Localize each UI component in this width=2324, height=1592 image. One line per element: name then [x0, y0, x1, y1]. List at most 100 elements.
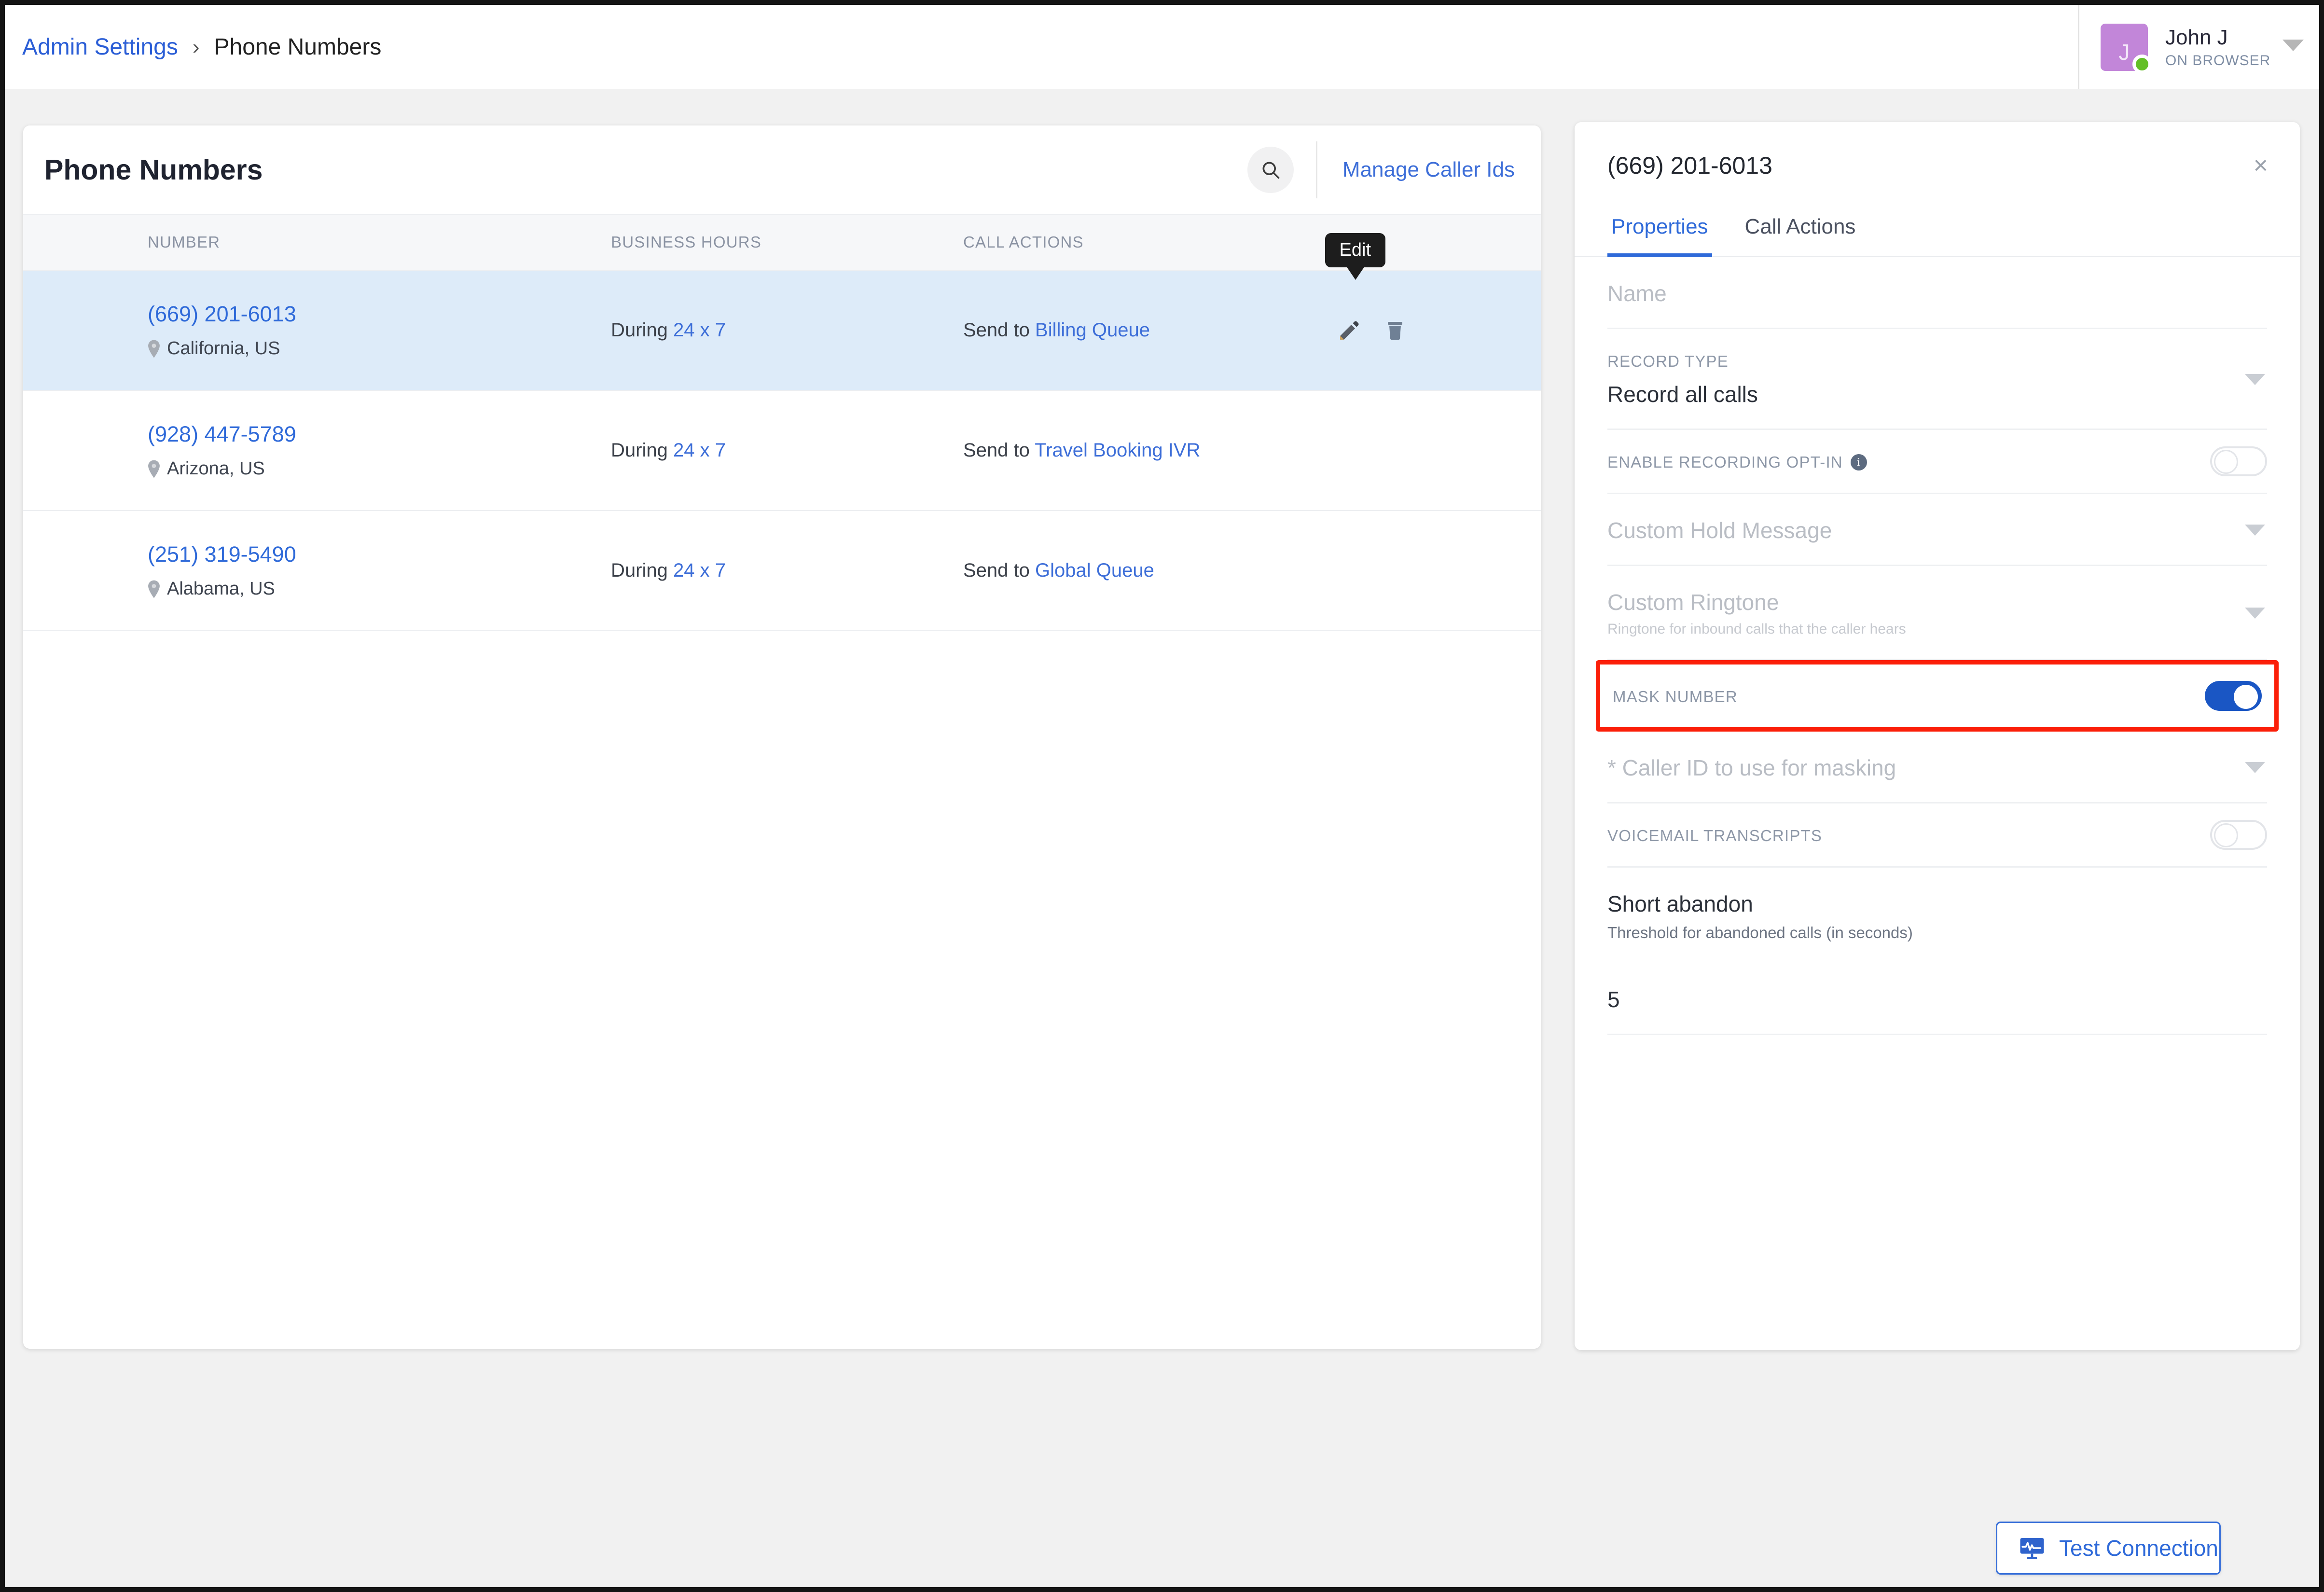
- cell-call-actions: Send to Travel Booking IVR: [963, 390, 1541, 511]
- monitor-pulse-icon: [2019, 1535, 2046, 1562]
- table-row[interactable]: (251) 319-5490 Alabama, US: [23, 511, 1541, 631]
- user-menu[interactable]: J John J ON BROWSER: [2078, 5, 2319, 89]
- field-voicemail-transcripts[interactable]: VOICEMAIL TRANSCRIPTS: [1607, 803, 2267, 868]
- phone-numbers-table: NUMBER BUSINESS HOURS CALL ACTIONS (669)…: [23, 214, 1541, 631]
- business-hours-value[interactable]: 24 x 7: [673, 319, 726, 341]
- phone-number-detail-panel: (669) 201-6013 × Properties Call Actions…: [1575, 122, 2300, 1350]
- test-connection-label: Test Connection: [2059, 1535, 2218, 1561]
- search-button[interactable]: [1247, 147, 1294, 193]
- test-connection-button[interactable]: Test Connection: [1996, 1522, 2221, 1575]
- custom-ringtone-placeholder: Custom Ringtone: [1607, 589, 2267, 615]
- app-window: Admin Settings › Phone Numbers J John J …: [0, 0, 2324, 1592]
- field-enable-recording-optin[interactable]: ENABLE RECORDING OPT-IN i: [1607, 430, 2267, 494]
- column-header-call-actions: CALL ACTIONS: [963, 214, 1541, 270]
- location-pin-icon: [148, 460, 160, 478]
- breadcrumb: Admin Settings › Phone Numbers: [22, 34, 381, 60]
- cell-number: (669) 201-6013 California, US: [23, 270, 611, 390]
- column-header-business-hours: BUSINESS HOURS: [611, 214, 963, 270]
- trash-icon: [1383, 319, 1407, 342]
- properties-form: Name RECORD TYPE Record all calls ENABLE…: [1575, 257, 2300, 1035]
- info-icon[interactable]: i: [1851, 454, 1867, 471]
- breadcrumb-link-admin-settings[interactable]: Admin Settings: [22, 34, 178, 60]
- table-row[interactable]: (669) 201-6013 California, US: [23, 270, 1541, 390]
- chevron-down-icon[interactable]: [2245, 608, 2265, 619]
- business-hours-prefix: During: [611, 560, 668, 581]
- location-pin-icon: [148, 580, 160, 598]
- location: Arizona, US: [148, 458, 611, 479]
- table-header: NUMBER BUSINESS HOURS CALL ACTIONS: [23, 214, 1541, 270]
- location: Alabama, US: [148, 579, 611, 599]
- page-body: Phone Numbers Manage Caller Ids NUMBER B…: [5, 89, 2319, 1592]
- cell-business-hours: During 24 x 7: [611, 511, 963, 631]
- business-hours-prefix: During: [611, 319, 668, 341]
- breadcrumb-current-phone-numbers: Phone Numbers: [214, 34, 381, 60]
- call-action-destination[interactable]: Billing Queue: [1035, 319, 1150, 341]
- tab-call-actions[interactable]: Call Actions: [1741, 209, 1860, 257]
- location-label: Alabama, US: [167, 579, 275, 599]
- location-label: Arizona, US: [167, 458, 265, 479]
- field-custom-hold-message[interactable]: Custom Hold Message: [1607, 494, 2267, 566]
- table-header-row: NUMBER BUSINESS HOURS CALL ACTIONS: [23, 214, 1541, 270]
- mask-number-toggle[interactable]: [2205, 681, 2262, 711]
- field-record-type[interactable]: RECORD TYPE Record all calls: [1607, 329, 2267, 430]
- chevron-down-icon[interactable]: [2282, 40, 2304, 51]
- detail-title: (669) 201-6013: [1607, 152, 2254, 180]
- manage-caller-ids-link[interactable]: Manage Caller Ids: [1316, 141, 1541, 198]
- page-title: Phone Numbers: [44, 153, 1247, 186]
- short-abandon-value: 5: [1607, 986, 2267, 1012]
- user-status: ON BROWSER: [2165, 53, 2270, 69]
- location-pin-icon: [148, 340, 160, 358]
- short-abandon-subtitle: Threshold for abandoned calls (in second…: [1607, 924, 2267, 942]
- table-body: (669) 201-6013 California, US: [23, 270, 1541, 631]
- field-custom-ringtone[interactable]: Custom Ringtone Ringtone for inbound cal…: [1607, 566, 2267, 660]
- chevron-down-icon[interactable]: [2245, 525, 2265, 536]
- field-mask-number[interactable]: MASK NUMBER: [1596, 660, 2279, 732]
- detail-tabs: Properties Call Actions: [1575, 209, 2300, 257]
- mask-number-label: MASK NUMBER: [1613, 688, 2262, 706]
- edit-button[interactable]: [1337, 318, 1361, 343]
- enable-recording-optin-label: ENABLE RECORDING OPT-IN i: [1607, 453, 2267, 471]
- avatar: J: [2101, 24, 2148, 71]
- user-name: John J: [2165, 26, 2270, 50]
- record-type-value: Record all calls: [1607, 381, 2267, 407]
- user-meta: John J ON BROWSER: [2165, 26, 2270, 69]
- field-short-abandon-value[interactable]: 5: [1607, 963, 2267, 1035]
- top-bar: Admin Settings › Phone Numbers: [5, 5, 2319, 89]
- phone-number-link[interactable]: (251) 319-5490: [148, 542, 611, 567]
- presence-indicator-icon: [2132, 55, 2152, 74]
- business-hours-value[interactable]: 24 x 7: [673, 440, 726, 461]
- voicemail-transcripts-toggle[interactable]: [2210, 820, 2267, 850]
- edit-tooltip: Edit: [1325, 233, 1385, 267]
- cell-business-hours: During 24 x 7: [611, 390, 963, 511]
- business-hours-prefix: During: [611, 440, 668, 461]
- cell-call-actions: Send to Billing Queue Edit: [963, 270, 1541, 390]
- detail-header: (669) 201-6013 ×: [1575, 122, 2300, 209]
- delete-button[interactable]: [1383, 319, 1407, 342]
- call-action-prefix: Send to: [963, 560, 1030, 581]
- cell-business-hours: During 24 x 7: [611, 270, 963, 390]
- location: California, US: [148, 338, 611, 359]
- field-short-abandon[interactable]: Short abandon Threshold for abandoned ca…: [1607, 868, 2267, 963]
- call-action-destination[interactable]: Travel Booking IVR: [1035, 440, 1200, 461]
- enable-recording-optin-text: ENABLE RECORDING OPT-IN: [1607, 453, 1843, 471]
- business-hours-value[interactable]: 24 x 7: [673, 560, 726, 581]
- short-abandon-title: Short abandon: [1607, 891, 2267, 917]
- chevron-down-icon[interactable]: [2245, 374, 2265, 385]
- phone-number-link[interactable]: (928) 447-5789: [148, 422, 611, 447]
- close-icon[interactable]: ×: [2254, 153, 2268, 178]
- row-action-icons: [1337, 318, 1407, 343]
- search-icon: [1260, 159, 1281, 180]
- enable-recording-optin-toggle[interactable]: [2210, 446, 2267, 476]
- phone-number-link[interactable]: (669) 201-6013: [148, 302, 611, 327]
- caller-id-placeholder: * Caller ID to use for masking: [1607, 755, 2267, 781]
- tab-properties[interactable]: Properties: [1607, 209, 1712, 257]
- cell-number: (928) 447-5789 Arizona, US: [23, 390, 611, 511]
- field-name[interactable]: Name: [1607, 257, 2267, 329]
- call-action-destination[interactable]: Global Queue: [1035, 560, 1154, 581]
- field-caller-id-for-masking[interactable]: * Caller ID to use for masking: [1607, 732, 2267, 803]
- voicemail-transcripts-label: VOICEMAIL TRANSCRIPTS: [1607, 827, 2267, 845]
- chevron-down-icon[interactable]: [2245, 762, 2265, 773]
- call-action-prefix: Send to: [963, 319, 1030, 341]
- table-row[interactable]: (928) 447-5789 Arizona, US: [23, 390, 1541, 511]
- cell-call-actions: Send to Global Queue: [963, 511, 1541, 631]
